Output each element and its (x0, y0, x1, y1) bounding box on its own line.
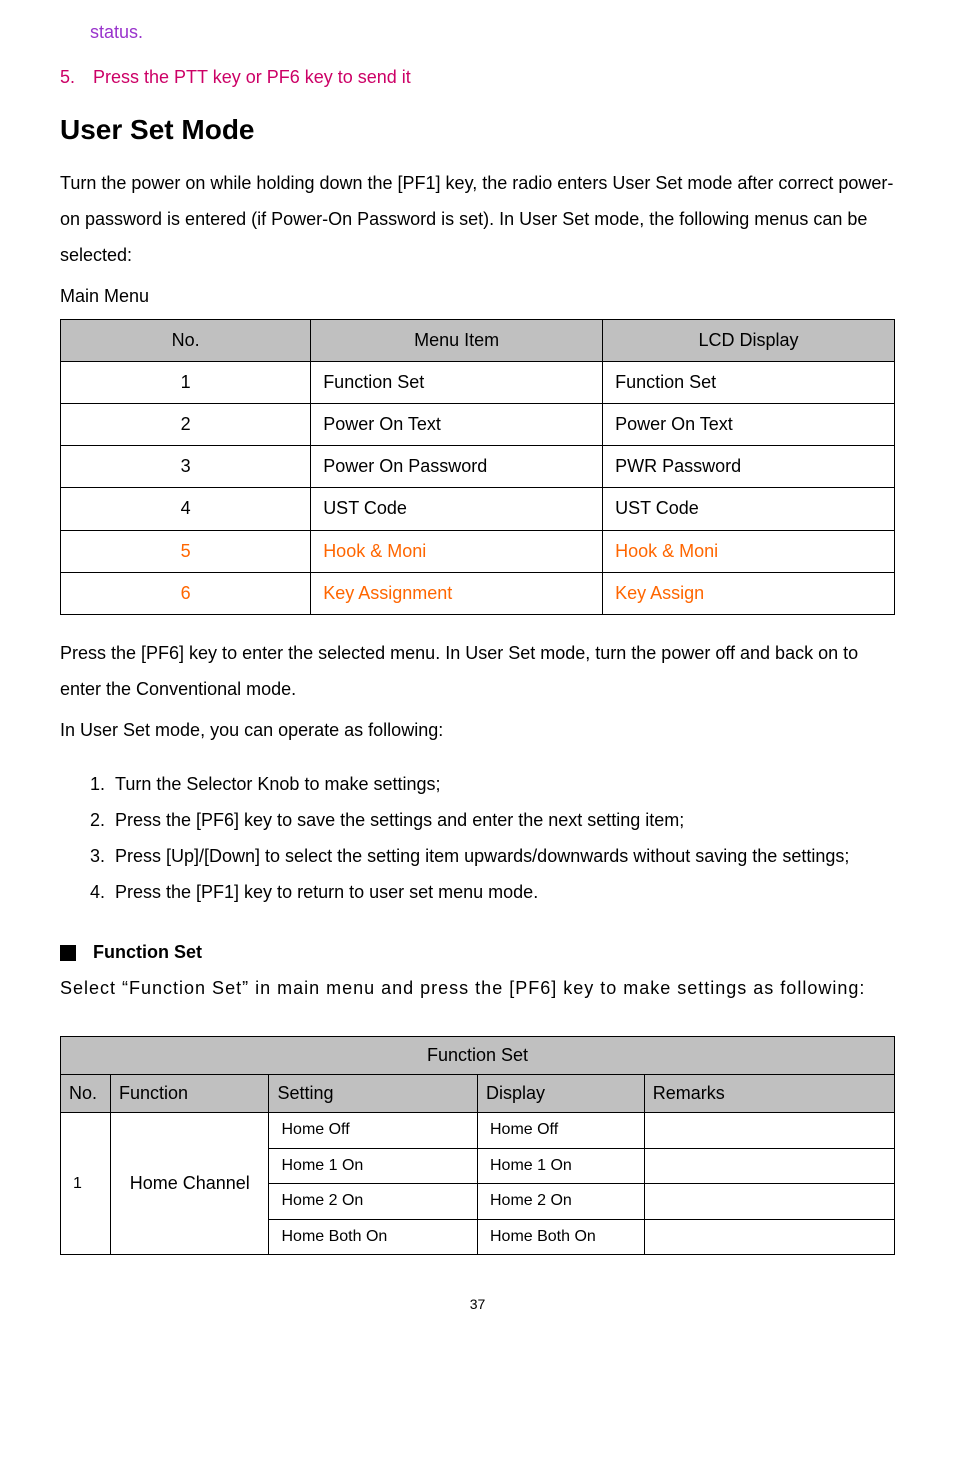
table-row: 3Power On PasswordPWR Password (61, 446, 895, 488)
step-5: 5. Press the PTT key or PF6 key to send … (60, 65, 895, 90)
cell-no: 4 (61, 488, 311, 530)
table-row: 6Key AssignmentKey Assign (61, 572, 895, 614)
table2-header-function: Function (111, 1075, 269, 1113)
function-set-paragraph: Select “Function Set” in main menu and p… (60, 970, 895, 1006)
list-item: Press [Up]/[Down] to select the setting … (110, 838, 895, 874)
table2-header-display: Display (477, 1075, 644, 1113)
paragraph-pf6: Press the [PF6] key to enter the selecte… (60, 635, 895, 707)
cell-display: Home 2 On (477, 1184, 644, 1219)
paragraph-operate: In User Set mode, you can operate as fol… (60, 712, 895, 748)
table2-header-remarks: Remarks (644, 1075, 894, 1113)
list-item: Press the [PF1] key to return to user se… (110, 874, 895, 910)
cell-remarks (644, 1113, 894, 1148)
cell-menu-item: Power On Password (311, 446, 603, 488)
heading-user-set-mode: User Set Mode (60, 110, 895, 149)
cell-no: 1 (61, 1113, 111, 1255)
function-set-header: Function Set (60, 940, 895, 965)
cell-menu-item: Function Set (311, 361, 603, 403)
function-set-table: Function Set No. Function Setting Displa… (60, 1036, 895, 1255)
table-row: 1Home ChannelHome OffHome Off (61, 1113, 895, 1148)
cell-menu-item: Key Assignment (311, 572, 603, 614)
status-line: status. (90, 20, 895, 45)
cell-no: 3 (61, 446, 311, 488)
cell-display: Home 1 On (477, 1148, 644, 1183)
table2-header-setting: Setting (269, 1075, 478, 1113)
main-menu-label: Main Menu (60, 278, 895, 314)
paragraph-intro: Turn the power on while holding down the… (60, 165, 895, 273)
cell-lcd-display: Key Assign (603, 572, 895, 614)
cell-lcd-display: PWR Password (603, 446, 895, 488)
cell-no: 2 (61, 403, 311, 445)
cell-remarks (644, 1219, 894, 1254)
main-menu-table: No. Menu Item LCD Display 1Function SetF… (60, 319, 895, 615)
table2-header-no: No. (61, 1075, 111, 1113)
list-item: Press the [PF6] key to save the settings… (110, 802, 895, 838)
table-row: 4UST CodeUST Code (61, 488, 895, 530)
cell-no: 5 (61, 530, 311, 572)
cell-setting: Home 2 On (269, 1184, 478, 1219)
cell-lcd-display: Function Set (603, 361, 895, 403)
cell-no: 6 (61, 572, 311, 614)
cell-lcd-display: Hook & Moni (603, 530, 895, 572)
cell-remarks (644, 1184, 894, 1219)
cell-display: Home Both On (477, 1219, 644, 1254)
square-bullet-icon (60, 945, 76, 961)
page-number: 37 (60, 1295, 895, 1315)
table-row: 1Function SetFunction Set (61, 361, 895, 403)
table-header-menu-item: Menu Item (311, 319, 603, 361)
list-item: Turn the Selector Knob to make settings; (110, 766, 895, 802)
table-row: 5Hook & MoniHook & Moni (61, 530, 895, 572)
cell-menu-item: UST Code (311, 488, 603, 530)
cell-setting: Home 1 On (269, 1148, 478, 1183)
cell-menu-item: Power On Text (311, 403, 603, 445)
cell-function: Home Channel (111, 1113, 269, 1255)
steps-list: Turn the Selector Knob to make settings;… (85, 766, 895, 910)
cell-setting: Home Both On (269, 1219, 478, 1254)
table2-title: Function Set (61, 1037, 895, 1075)
cell-display: Home Off (477, 1113, 644, 1148)
function-set-title: Function Set (93, 942, 202, 962)
cell-menu-item: Hook & Moni (311, 530, 603, 572)
cell-lcd-display: UST Code (603, 488, 895, 530)
table-header-lcd-display: LCD Display (603, 319, 895, 361)
cell-no: 1 (61, 361, 311, 403)
table-row: 2Power On TextPower On Text (61, 403, 895, 445)
cell-setting: Home Off (269, 1113, 478, 1148)
table-header-no: No. (61, 319, 311, 361)
cell-lcd-display: Power On Text (603, 403, 895, 445)
cell-remarks (644, 1148, 894, 1183)
